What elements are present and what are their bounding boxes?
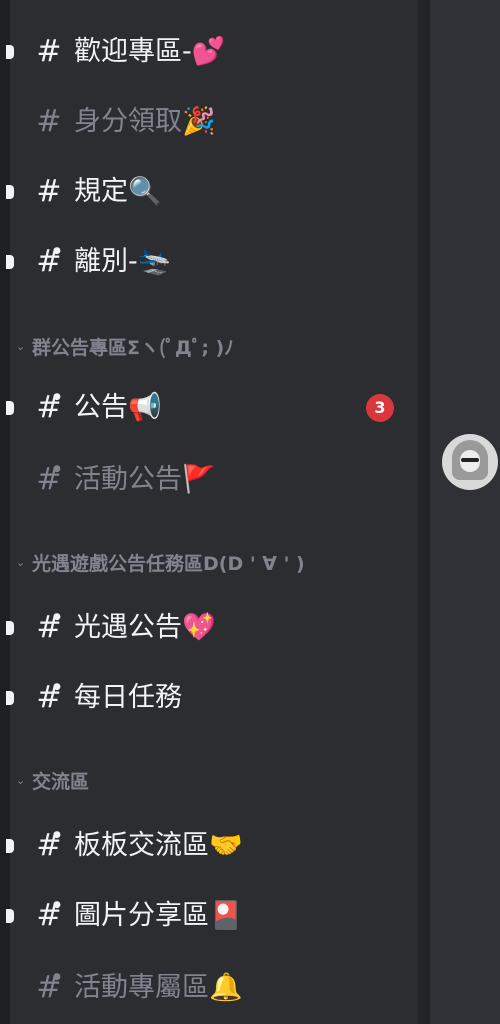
channel-item[interactable]: # ● 公告📢 3 [6, 380, 418, 436]
mention-badge: 3 [366, 394, 394, 422]
unread-indicator [6, 621, 14, 635]
unread-indicator [6, 839, 14, 853]
channel-name: 板板交流區🤝 [74, 830, 243, 861]
lock-icon: ● [53, 900, 61, 910]
panel-divider [418, 0, 430, 1024]
unread-indicator [6, 185, 14, 199]
channel-category[interactable]: ⌄ 交流區 [10, 760, 418, 800]
hash-icon: # ● [36, 898, 62, 933]
lock-icon: ● [53, 392, 61, 402]
server-rail-edge [0, 0, 10, 1024]
unread-indicator [6, 401, 14, 415]
hash-icon: # ● [36, 244, 62, 279]
channel-item[interactable]: # ● 板板交流區🤝 [6, 818, 418, 874]
unread-indicator [6, 909, 14, 923]
hash-icon: # ● [36, 680, 62, 715]
channel-item[interactable]: # 身分領取🎉 [10, 94, 418, 150]
hash-icon: # [36, 34, 62, 69]
channel-item[interactable]: # ● 活動公告🚩 [10, 452, 418, 508]
chevron-down-icon: ⌄ [16, 555, 26, 569]
channel-item[interactable]: # ● 光遇公告💖 [6, 600, 418, 656]
category-label: 光遇遊戲公告任務區D(D ' ∀ ' ) [32, 552, 305, 575]
channel-list[interactable]: # 歡迎專區-💕 # 身分領取🎉 # 規定🔍 # ● 離別-🛬 ⌄ 群公告專區Σヽ(ﾟДﾟ; )ﾉ #… [6, 0, 418, 1024]
unread-indicator [6, 255, 14, 269]
channel-item[interactable]: # ● 圖片分享區🎴 [6, 888, 418, 944]
hash-icon: # ● [36, 970, 62, 1005]
hash-icon: # ● [36, 462, 62, 497]
unread-indicator [6, 691, 14, 705]
avatar-glasses [461, 458, 479, 462]
channel-name: 公告📢 [74, 392, 162, 423]
channel-category[interactable]: ⌄ 光遇遊戲公告任務區D(D ' ∀ ' ) [10, 542, 418, 582]
category-label: 交流區 [32, 770, 90, 793]
member-list-area [430, 0, 500, 1024]
hash-icon: # [36, 174, 62, 209]
channel-item[interactable]: # ● 每日任務 [6, 670, 418, 726]
member-avatar[interactable] [442, 434, 498, 490]
channel-item[interactable]: # ● 離別-🛬 [6, 234, 418, 290]
hash-icon: # ● [36, 828, 62, 863]
channel-name: 規定🔍 [74, 176, 162, 207]
channel-name: 歡迎專區-💕 [74, 36, 226, 67]
lock-icon: ● [53, 830, 61, 840]
lock-icon: ● [53, 612, 61, 622]
channel-name: 活動專屬區🔔 [74, 972, 243, 1003]
hash-icon: # ● [36, 610, 62, 645]
chevron-down-icon: ⌄ [16, 339, 26, 353]
channel-item[interactable]: # ● 活動專屬區🔔 [10, 960, 418, 1016]
channel-name: 圖片分享區🎴 [74, 900, 243, 931]
lock-icon: ● [53, 972, 61, 982]
channel-category[interactable]: ⌄ 群公告專區Σヽ(ﾟДﾟ; )ﾉ [10, 326, 418, 366]
hash-icon: # ● [36, 390, 62, 425]
lock-icon: ● [53, 464, 61, 474]
channel-item[interactable]: # 歡迎專區-💕 [6, 24, 418, 80]
channel-name: 離別-🛬 [74, 246, 172, 277]
category-label: 群公告專區Σヽ(ﾟДﾟ; )ﾉ [32, 336, 234, 359]
channel-item[interactable]: # 規定🔍 [6, 164, 418, 220]
lock-icon: ● [53, 246, 61, 256]
channel-name: 光遇公告💖 [74, 612, 216, 643]
channel-name: 每日任務 [74, 682, 182, 713]
unread-indicator [6, 45, 14, 59]
lock-icon: ● [53, 682, 61, 692]
hash-icon: # [36, 104, 62, 139]
channel-name: 活動公告🚩 [74, 464, 216, 495]
channel-name: 身分領取🎉 [74, 106, 216, 137]
chevron-down-icon: ⌄ [16, 773, 26, 787]
